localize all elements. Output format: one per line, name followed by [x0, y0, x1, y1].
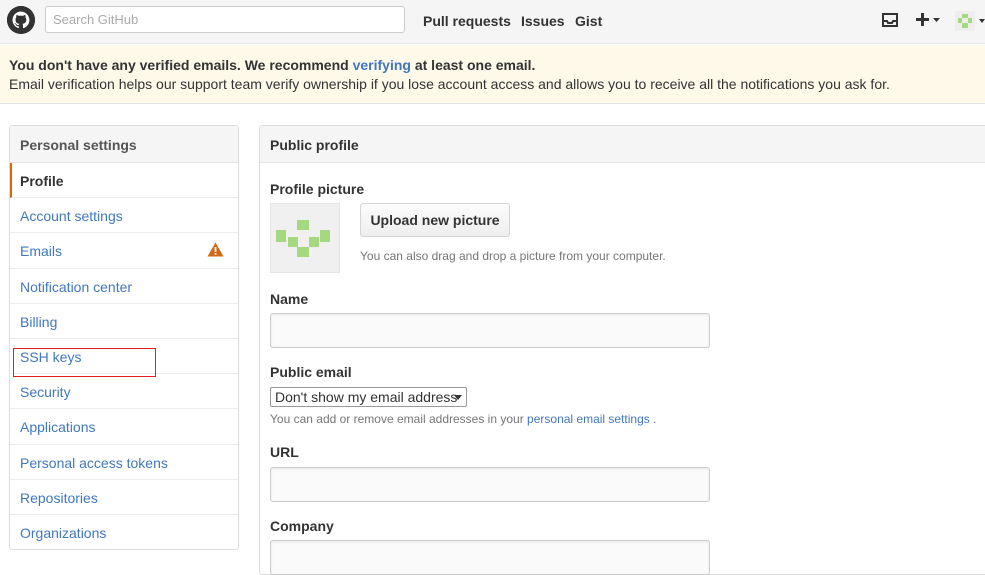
plus-icon[interactable]	[916, 12, 942, 31]
sidebar-item-repositories[interactable]: Repositories	[10, 480, 238, 515]
url-label: URL	[270, 444, 299, 460]
flash-description: Email verification helps our support tea…	[9, 76, 890, 92]
profile-avatar	[270, 203, 340, 273]
public-email-select[interactable]: Don't show my email address	[270, 387, 467, 407]
sidebar-item-personal-access-tokens[interactable]: Personal access tokens	[10, 445, 238, 480]
inbox-icon[interactable]	[882, 13, 898, 30]
verifying-link[interactable]: verifying	[353, 57, 411, 73]
public-email-selected: Don't show my email address	[275, 389, 458, 405]
upload-picture-button[interactable]: Upload new picture	[360, 203, 510, 237]
sidebar-item-profile[interactable]: Profile	[10, 163, 238, 199]
sidebar-item-organizations[interactable]: Organizations	[10, 515, 238, 550]
sidebar-item-ssh-keys[interactable]: SSH keys	[10, 339, 238, 375]
warning-icon	[207, 242, 224, 260]
github-logo-icon[interactable]	[7, 6, 35, 34]
flash-text: You don't have any verified emails. We r…	[9, 57, 353, 73]
url-field[interactable]	[270, 467, 710, 502]
personal-email-settings-link[interactable]: personal email settings	[527, 412, 650, 426]
nav-issues[interactable]: Issues	[521, 13, 565, 29]
user-avatar-icon[interactable]	[955, 11, 985, 34]
email-note: You can add or remove email addresses in…	[270, 412, 656, 426]
upload-note: You can also drag and drop a picture fro…	[360, 249, 666, 263]
sidebar-item-security[interactable]: Security	[10, 374, 238, 410]
email-note-end: .	[649, 412, 657, 426]
flash-headline: You don't have any verified emails. We r…	[9, 57, 976, 73]
profile-picture-label: Profile picture	[270, 181, 365, 197]
sidebar-item-billing[interactable]: Billing	[10, 304, 238, 339]
sidebar-item-applications[interactable]: Applications	[10, 409, 238, 445]
name-field[interactable]	[270, 313, 710, 348]
name-label: Name	[270, 291, 309, 307]
panel-title: Public profile	[260, 126, 985, 163]
settings-sidebar: Personal settings Profile Account settin…	[9, 125, 239, 550]
nav-pull-requests[interactable]: Pull requests	[423, 13, 511, 29]
sidebar-item-label: Emails	[20, 243, 63, 260]
public-profile-panel: Public profile Profile picture Upload ne…	[259, 125, 985, 575]
company-label: Company	[270, 518, 334, 534]
top-header: Pull requests Issues Gist	[0, 0, 985, 44]
email-note-text: You can add or remove email addresses in…	[270, 412, 528, 426]
sidebar-item-account-settings[interactable]: Account settings	[10, 198, 238, 234]
search-input[interactable]	[45, 6, 405, 33]
chevron-down-icon	[454, 395, 462, 400]
sidebar-item-emails[interactable]: Emails	[10, 233, 238, 269]
public-email-label: Public email	[270, 364, 352, 380]
nav-gist[interactable]: Gist	[575, 13, 602, 29]
verify-email-flash: You don't have any verified emails. We r…	[0, 45, 985, 104]
sidebar-item-notification-center[interactable]: Notification center	[10, 269, 238, 304]
flash-text-after: at least one email.	[410, 57, 536, 73]
sidebar-title: Personal settings	[10, 126, 238, 163]
